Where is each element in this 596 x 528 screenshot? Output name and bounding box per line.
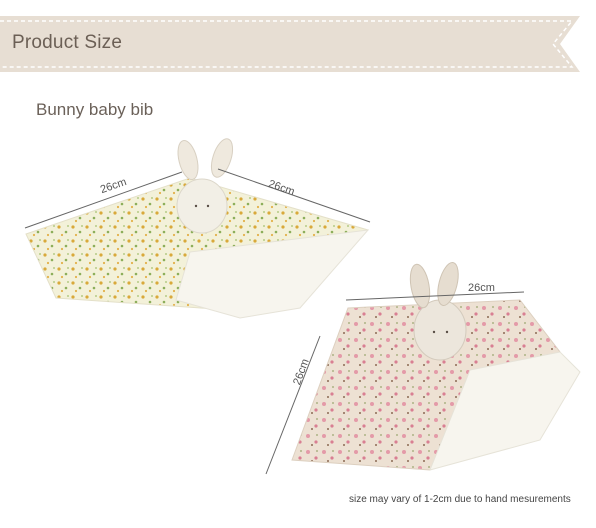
size-disclaimer: size may vary of 1-2cm due to hand mesur… <box>349 494 571 505</box>
product-photos <box>24 138 581 475</box>
dimension-label: 26cm <box>468 282 495 294</box>
bib-photo-green <box>24 138 371 319</box>
